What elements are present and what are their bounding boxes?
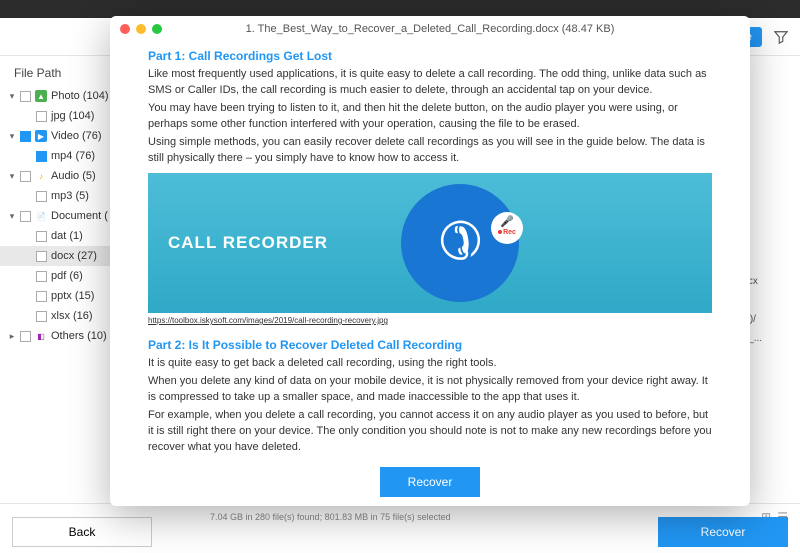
paragraph: Like most frequently used applications, …: [148, 67, 712, 99]
modal-footer: Recover: [110, 458, 750, 506]
microphone-icon: 🎤: [500, 217, 514, 228]
filter-icon[interactable]: [774, 30, 788, 44]
hero-text: CALL RECORDER: [168, 231, 328, 256]
hero-circle: ✆ 🎤 Rec: [401, 184, 519, 302]
bg-footer: ⟳ Advanced Video Re 7.04 GB in 280 file(…: [0, 503, 800, 553]
recover-main-button[interactable]: Recover: [658, 517, 788, 547]
status-text: 7.04 GB in 280 file(s) found; 801.83 MB …: [210, 512, 451, 522]
paragraph: It is quite easy to get back a deleted c…: [148, 356, 712, 372]
part1-heading: Part 1: Call Recordings Get Lost: [148, 48, 712, 65]
paragraph: For example, when you delete a call reco…: [148, 408, 712, 456]
photo-icon: ▲: [35, 90, 47, 102]
back-button[interactable]: Back: [12, 517, 152, 547]
part2-heading: Part 2: Is It Possible to Recover Delete…: [148, 337, 712, 354]
recover-modal-button[interactable]: Recover: [380, 467, 480, 497]
minimize-icon[interactable]: [136, 24, 146, 34]
close-icon[interactable]: [120, 24, 130, 34]
paragraph: When you delete any kind of data on your…: [148, 374, 712, 406]
rec-badge: 🎤 Rec: [491, 212, 523, 244]
preview-modal: 1. The_Best_Way_to_Recover_a_Deleted_Cal…: [110, 16, 750, 506]
others-icon: ◧: [35, 330, 47, 342]
image-source-url: https://toolbox.iskysoft.com/images/2019…: [148, 315, 712, 327]
paragraph: Using simple methods, you can easily rec…: [148, 135, 712, 167]
phone-icon: ✆: [429, 201, 491, 285]
maximize-icon[interactable]: [152, 24, 162, 34]
audio-icon: ♪: [35, 170, 47, 182]
modal-title: 1. The_Best_Way_to_Recover_a_Deleted_Cal…: [162, 23, 698, 35]
paragraph: You may have been trying to listen to it…: [148, 101, 712, 133]
modal-body[interactable]: Part 1: Call Recordings Get Lost Like mo…: [110, 42, 750, 458]
hero-image: CALL RECORDER ✆ 🎤 Rec: [148, 173, 712, 313]
document-icon: 📄: [35, 210, 47, 222]
video-icon: ▶: [35, 130, 47, 142]
modal-header: 1. The_Best_Way_to_Recover_a_Deleted_Cal…: [110, 16, 750, 42]
